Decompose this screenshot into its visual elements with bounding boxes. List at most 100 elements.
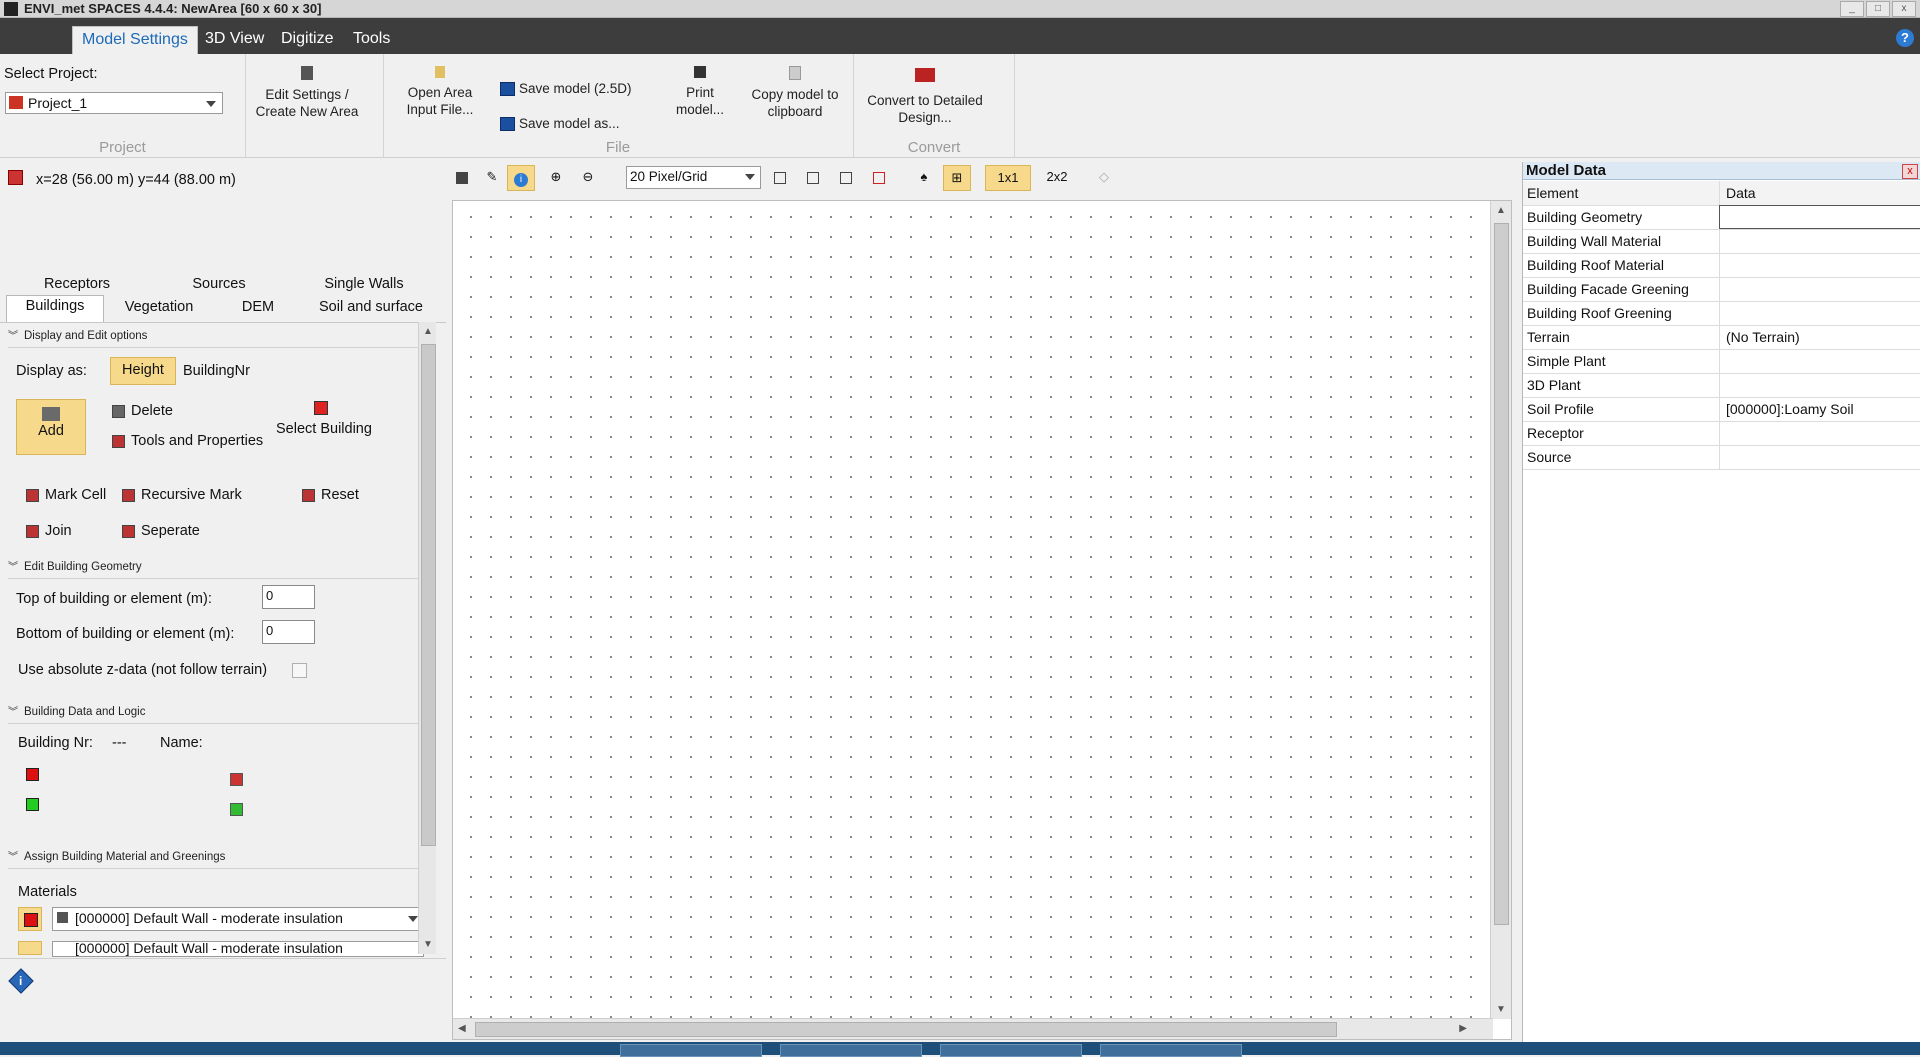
reset-button[interactable]: Reset (302, 487, 359, 503)
seperate-button[interactable]: Seperate (122, 523, 200, 539)
map-canvas[interactable]: ▲ ▼ ◀ ▶ (452, 200, 1512, 1040)
model-data-row[interactable]: Building Geometry (1523, 205, 1920, 230)
close-icon[interactable]: x (1902, 164, 1918, 179)
box-tool-2-icon[interactable] (800, 165, 826, 189)
add-button[interactable]: Add (16, 399, 86, 455)
zoom-out-icon[interactable]: ⊖ (575, 165, 601, 189)
open-area-button[interactable]: Open Area Input File... (398, 66, 482, 118)
tab-vegetation[interactable]: Vegetation (112, 297, 206, 317)
roof-material-select[interactable]: [000000] Default Wall - moderate insulat… (52, 941, 424, 957)
help-icon[interactable]: ? (1896, 29, 1914, 47)
height-button[interactable]: Height (110, 357, 176, 385)
row-data[interactable] (1719, 445, 1920, 469)
bottom-building-input[interactable]: 0 (262, 620, 315, 644)
box-tool-3-icon[interactable] (833, 165, 859, 189)
roof-green-icon[interactable] (230, 803, 243, 816)
taskbar-item[interactable] (940, 1044, 1082, 1057)
display-options-header[interactable]: ︾ Display and Edit options (8, 325, 418, 348)
model-data-row[interactable]: Building Roof Greening (1523, 301, 1920, 326)
tab-dem[interactable]: DEM (224, 297, 292, 317)
box-tool-icon[interactable] (767, 165, 793, 189)
row-data[interactable] (1719, 373, 1920, 397)
brush-1x1-button[interactable]: 1x1 (985, 165, 1031, 191)
row-data[interactable]: (No Terrain) (1719, 325, 1920, 349)
tab-single-walls[interactable]: Single Walls (314, 274, 414, 294)
clear-box-icon[interactable] (866, 165, 892, 189)
model-data-row[interactable]: Terrain (No Terrain) (1523, 325, 1920, 350)
model-data-row[interactable]: Building Facade Greening (1523, 277, 1920, 302)
geometry-header[interactable]: ︾ Edit Building Geometry (8, 556, 418, 579)
recursive-mark-button[interactable]: Recursive Mark (122, 487, 242, 503)
maximize-button[interactable]: □ (1866, 1, 1890, 17)
scroll-left-icon[interactable]: ◀ (458, 1023, 466, 1034)
canvas-vertical-scrollbar[interactable]: ▲ ▼ (1490, 201, 1511, 1019)
menu-3d-view[interactable]: 3D View (196, 26, 273, 54)
convert-detailed-button[interactable]: Convert to Detailed Design... (860, 68, 990, 126)
top-building-input[interactable]: 0 (262, 585, 315, 609)
copy-clipboard-button[interactable]: Copy model to clipboard (742, 66, 848, 120)
eraser-icon[interactable]: ◇ (1091, 165, 1117, 189)
model-data-row[interactable]: Receptor (1523, 421, 1920, 446)
grid-area[interactable] (453, 201, 1491, 1019)
roof-material-icon[interactable] (18, 941, 42, 955)
info-status-icon[interactable]: i (8, 968, 34, 994)
green-color-icon[interactable] (26, 798, 39, 811)
close-window-button[interactable]: x (1892, 1, 1916, 17)
model-data-row[interactable]: Source (1523, 445, 1920, 470)
canvas-horizontal-scrollbar[interactable]: ◀ ▶ (453, 1018, 1493, 1039)
select-building-button[interactable]: Select Building (276, 401, 372, 437)
model-data-row[interactable]: Building Roof Material (1523, 253, 1920, 278)
wall-color-icon[interactable] (26, 768, 39, 781)
taskbar-item[interactable] (1100, 1044, 1242, 1057)
tree-tool-icon[interactable]: ♠ (911, 165, 937, 189)
scroll-up-icon[interactable]: ▲ (1496, 205, 1506, 216)
building-data-header[interactable]: ︾ Building Data and Logic (8, 701, 418, 724)
row-data[interactable] (1719, 205, 1920, 229)
row-data[interactable]: [000000]:Loamy Soil (1719, 397, 1920, 421)
row-data[interactable] (1719, 301, 1920, 325)
menu-tools[interactable]: Tools (344, 26, 399, 54)
buildingnr-button[interactable]: BuildingNr (183, 363, 250, 379)
minimize-button[interactable]: _ (1840, 1, 1864, 17)
tab-receptors[interactable]: Receptors (30, 274, 124, 294)
taskbar-item[interactable] (620, 1044, 762, 1057)
materials-header[interactable]: ︾ Assign Building Material and Greenings (8, 846, 418, 869)
model-data-row[interactable]: Soil Profile [000000]:Loamy Soil (1523, 397, 1920, 422)
select-tool-icon[interactable] (449, 165, 475, 189)
row-data[interactable] (1719, 349, 1920, 373)
row-data[interactable] (1719, 277, 1920, 301)
menu-digitize[interactable]: Digitize (272, 26, 342, 54)
model-data-row[interactable]: 3D Plant (1523, 373, 1920, 398)
tab-soil-surface[interactable]: Soil and surface (312, 297, 430, 317)
absolute-z-checkbox[interactable] (292, 663, 307, 678)
edit-settings-button[interactable]: Edit Settings / Create New Area (252, 66, 362, 120)
save-25d-button[interactable]: Save model (2.5D) (500, 80, 632, 97)
scroll-up-icon[interactable]: ▲ (423, 326, 433, 337)
taskbar-item[interactable] (780, 1044, 922, 1057)
pencil-tool-icon[interactable]: ✎ (479, 165, 505, 189)
scroll-thumb[interactable] (475, 1022, 1337, 1037)
scroll-right-icon[interactable]: ▶ (1459, 1023, 1467, 1034)
info-icon[interactable]: i (507, 165, 535, 191)
wall-material-select[interactable]: [000000] Default Wall - moderate insulat… (52, 907, 424, 931)
model-data-row[interactable]: Simple Plant (1523, 349, 1920, 374)
tab-buildings[interactable]: Buildings (6, 295, 104, 322)
delete-button[interactable]: Delete (112, 403, 173, 419)
brush-2x2-button[interactable]: 2x2 (1035, 165, 1079, 189)
save-as-button[interactable]: Save model as... (500, 115, 620, 132)
roof-color-icon[interactable] (230, 773, 243, 786)
mark-cell-button[interactable]: Mark Cell (26, 487, 106, 503)
print-model-button[interactable]: Print model... (662, 66, 738, 118)
scroll-down-icon[interactable]: ▼ (423, 939, 433, 950)
grid-toggle-icon[interactable]: ⊞ (943, 165, 971, 191)
scroll-thumb[interactable] (1494, 223, 1509, 925)
scroll-thumb[interactable] (421, 344, 436, 846)
wall-material-icon[interactable] (18, 907, 42, 931)
row-data[interactable] (1719, 253, 1920, 277)
join-button[interactable]: Join (26, 523, 72, 539)
row-data[interactable] (1719, 421, 1920, 445)
tab-sources[interactable]: Sources (174, 274, 264, 294)
tools-properties-button[interactable]: Tools and Properties (112, 433, 263, 449)
left-panel-scrollbar[interactable]: ▲ ▼ (418, 322, 436, 954)
zoom-select[interactable]: 20 Pixel/Grid (626, 166, 761, 189)
